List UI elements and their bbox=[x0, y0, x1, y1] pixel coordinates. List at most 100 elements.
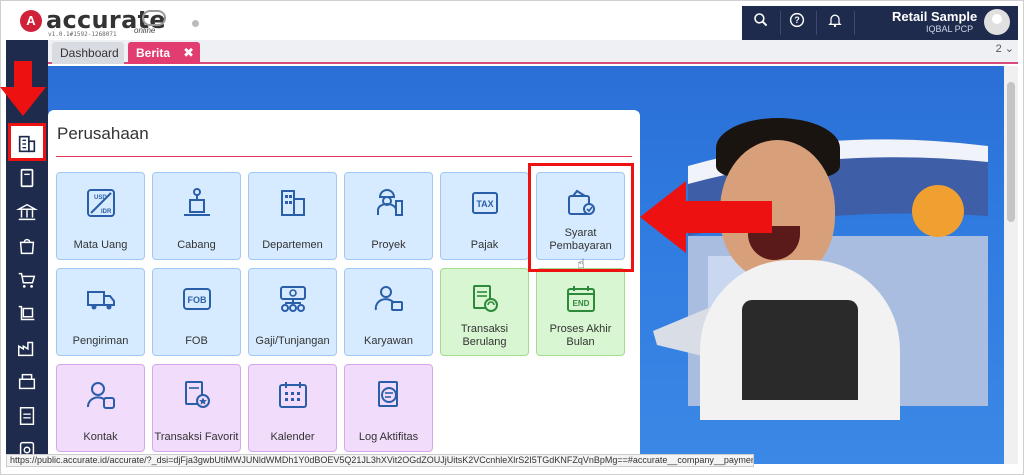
bag-icon bbox=[19, 238, 35, 255]
tile-karyawan[interactable]: Karyawan bbox=[344, 268, 433, 356]
top-bar: A accurate online v1.0.1#1592-1268071 ? … bbox=[6, 6, 1018, 40]
down-arrow-annotation bbox=[0, 61, 46, 116]
tile-departemen[interactable]: Departemen bbox=[248, 172, 337, 260]
tax-icon: TAX bbox=[472, 192, 498, 214]
tab-bar: Dashboard Berita ✖ 2 ⌄ bbox=[48, 40, 1018, 64]
tile-label: Proyek bbox=[371, 239, 406, 251]
close-icon[interactable]: ✖ bbox=[183, 42, 194, 64]
left-arrow-annotation bbox=[640, 181, 772, 253]
scroll-thumb[interactable] bbox=[1007, 82, 1015, 222]
fob-icon: FOB bbox=[183, 288, 211, 310]
building-icon bbox=[18, 135, 36, 153]
project-icon bbox=[377, 189, 403, 216]
tile-kontak[interactable]: Kontak bbox=[56, 364, 145, 452]
sidebar-item-manufacture[interactable] bbox=[11, 332, 43, 364]
svg-text:END: END bbox=[573, 299, 590, 308]
box-cart-icon bbox=[18, 305, 35, 321]
version-label: v1.0.1#1592-1268071 bbox=[48, 31, 117, 38]
cart-icon bbox=[18, 272, 36, 288]
avatar[interactable] bbox=[984, 9, 1010, 35]
panel-title: Perusahaan bbox=[57, 124, 149, 143]
tile-label: Gaji/Tunjangan bbox=[255, 335, 330, 347]
svg-text:IDR: IDR bbox=[101, 209, 112, 215]
tile-log-aktifitas[interactable]: Log Aktifitas bbox=[344, 364, 433, 452]
status-url-bar: https://public.accurate.id/accurate/?_ds… bbox=[6, 454, 754, 467]
tile-label: Log Aktifitas bbox=[358, 431, 419, 443]
tile-kalender[interactable]: Kalender bbox=[248, 364, 337, 452]
book-icon bbox=[20, 168, 34, 188]
tile-pajak[interactable]: TAX Pajak bbox=[440, 172, 529, 260]
tab-label: Berita bbox=[136, 46, 171, 60]
user-name: IQBAL PCP bbox=[926, 24, 974, 34]
tile-transaksi-favorit[interactable]: Transaksi Favorit bbox=[152, 364, 241, 452]
divider bbox=[56, 156, 632, 157]
bell-icon[interactable] bbox=[824, 12, 846, 34]
currency-icon: USD IDR bbox=[87, 189, 115, 217]
separator bbox=[854, 11, 855, 35]
sidebar-item-tax[interactable] bbox=[11, 400, 43, 432]
tile-label: Cabang bbox=[177, 239, 216, 251]
svg-text:FOB: FOB bbox=[188, 295, 207, 305]
sidebar-item-company[interactable] bbox=[11, 128, 43, 160]
status-dot bbox=[192, 20, 199, 27]
sidebar-item-sales[interactable] bbox=[11, 264, 43, 296]
tile-fob[interactable]: FOB FOB bbox=[152, 268, 241, 356]
logo-sub: online bbox=[134, 26, 156, 35]
svg-text:USD: USD bbox=[94, 195, 107, 201]
calendar-icon bbox=[279, 382, 307, 408]
accurate-logo-icon[interactable]: A bbox=[20, 10, 42, 32]
svg-text:TAX: TAX bbox=[476, 199, 493, 209]
header-actions: ? Retail Sample IQBAL PCP bbox=[742, 6, 1018, 40]
hand-cursor-icon: ☝ bbox=[577, 256, 585, 271]
recurring-icon bbox=[473, 285, 498, 312]
contact-icon bbox=[87, 382, 115, 409]
employee-icon bbox=[374, 286, 403, 311]
tax-doc-icon bbox=[19, 407, 35, 425]
company-name[interactable]: Retail Sample bbox=[892, 9, 977, 24]
tab-label: Dashboard bbox=[60, 46, 119, 60]
tile-label: Pengiriman bbox=[72, 335, 129, 347]
sidebar-item-bank[interactable] bbox=[11, 196, 43, 228]
tile-label: Kalender bbox=[270, 431, 315, 443]
tab-count-dropdown[interactable]: 2 ⌄ bbox=[996, 42, 1014, 55]
tile-proyek[interactable]: Proyek bbox=[344, 172, 433, 260]
tile-label: Proses Akhir Bulan bbox=[549, 323, 612, 348]
sidebar-item-asset[interactable] bbox=[11, 366, 43, 398]
tile-transaksi-berulang[interactable]: Transaksi Berulang bbox=[440, 268, 529, 356]
search-icon[interactable] bbox=[750, 12, 772, 34]
sidebar-item-inventory[interactable] bbox=[11, 298, 43, 330]
branch-icon bbox=[184, 188, 210, 216]
bank-icon bbox=[15, 203, 39, 221]
help-icon[interactable]: ? bbox=[786, 12, 808, 34]
sidebar-item-ledger[interactable] bbox=[11, 162, 43, 194]
truck-icon bbox=[87, 291, 115, 310]
person-apron bbox=[742, 300, 858, 400]
salary-icon bbox=[280, 286, 306, 312]
tile-label: Karyawan bbox=[364, 335, 413, 347]
tile-label: Transaksi Berulang bbox=[460, 323, 509, 348]
tile-label: Transaksi Favorit bbox=[154, 431, 239, 443]
separator bbox=[780, 11, 781, 35]
tile-label: Departemen bbox=[262, 239, 323, 251]
department-icon bbox=[281, 190, 305, 216]
tab-berita[interactable]: Berita ✖ bbox=[128, 42, 200, 64]
register-icon bbox=[18, 373, 36, 390]
tile-pengiriman[interactable]: Pengiriman bbox=[56, 268, 145, 356]
tile-mata-uang[interactable]: USD IDR Mata Uang bbox=[56, 172, 145, 260]
tab-dashboard[interactable]: Dashboard bbox=[52, 42, 124, 64]
tile-gaji-tunjangan[interactable]: Gaji/Tunjangan bbox=[248, 268, 337, 356]
tile-label: Pajak bbox=[470, 239, 499, 251]
tile-label: Kontak bbox=[83, 431, 118, 443]
log-icon bbox=[378, 381, 398, 407]
cloud-icon bbox=[142, 10, 166, 26]
vertical-scrollbar[interactable] bbox=[1004, 66, 1018, 464]
tile-cabang[interactable]: Cabang bbox=[152, 172, 241, 260]
favorite-icon bbox=[185, 381, 210, 408]
separator bbox=[816, 11, 817, 35]
tile-proses-akhir-bulan[interactable]: END Proses Akhir Bulan bbox=[536, 268, 625, 356]
factory-icon bbox=[18, 341, 34, 357]
svg-text:?: ? bbox=[794, 15, 799, 25]
end-month-icon: END bbox=[567, 286, 595, 312]
tile-label: FOB bbox=[185, 335, 208, 347]
sidebar-item-purchase[interactable] bbox=[11, 230, 43, 262]
